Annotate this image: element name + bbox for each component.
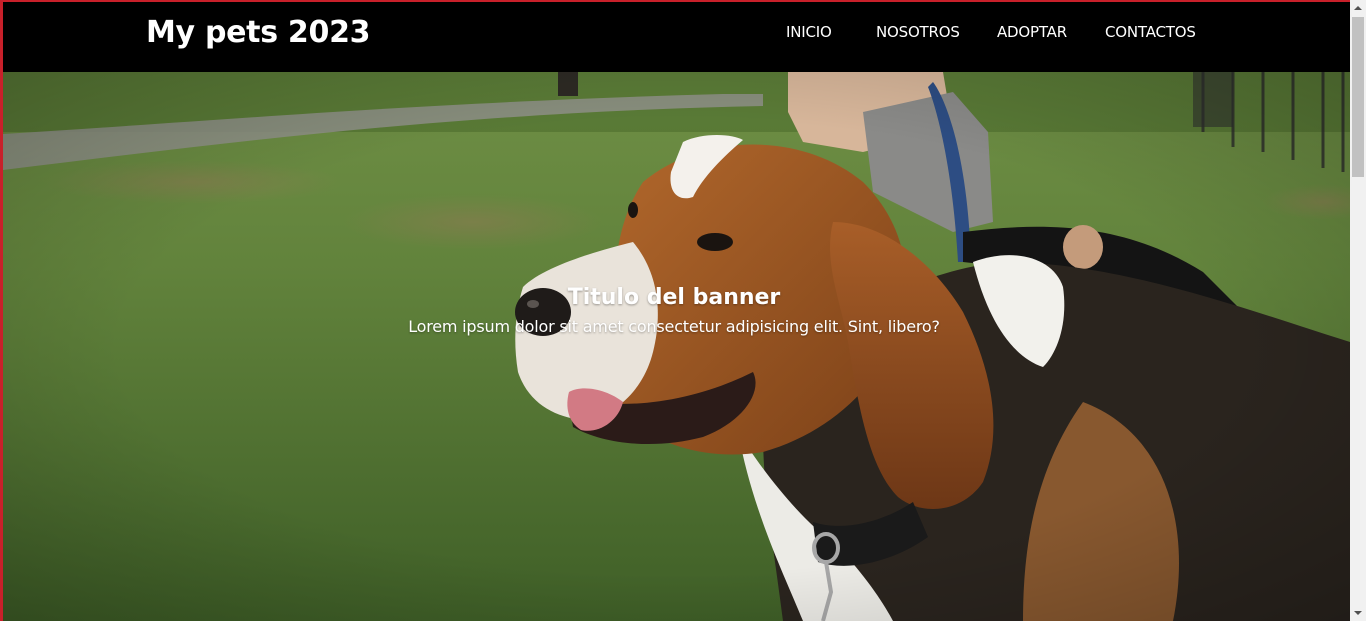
banner-title: Titulo del banner [567,285,781,310]
site-logo[interactable]: My pets 2023 [146,14,371,52]
scroll-up-arrow-icon[interactable] [1350,0,1366,16]
site-header: My pets 2023 INICIO NOSOTROS ADOPTAR CON… [3,2,1350,72]
vertical-scrollbar[interactable] [1350,0,1366,621]
browser-viewport: My pets 2023 INICIO NOSOTROS ADOPTAR CON… [0,0,1366,621]
page-border-left [0,0,3,621]
hero-banner: Titulo del banner Lorem ipsum dolor sit … [3,72,1350,621]
nav-link-inicio[interactable]: INICIO [786,22,832,42]
scroll-down-arrow-icon[interactable] [1350,605,1366,621]
scrollbar-thumb[interactable] [1352,17,1364,177]
nav-link-nosotros[interactable]: NOSOTROS [876,22,960,42]
page-border-top [0,0,1350,2]
nav-link-adoptar[interactable]: ADOPTAR [997,22,1067,42]
banner-image [3,72,1350,621]
nav-link-contactos[interactable]: CONTACTOS [1105,22,1196,42]
banner-subtitle: Lorem ipsum dolor sit amet consectetur a… [408,317,940,336]
